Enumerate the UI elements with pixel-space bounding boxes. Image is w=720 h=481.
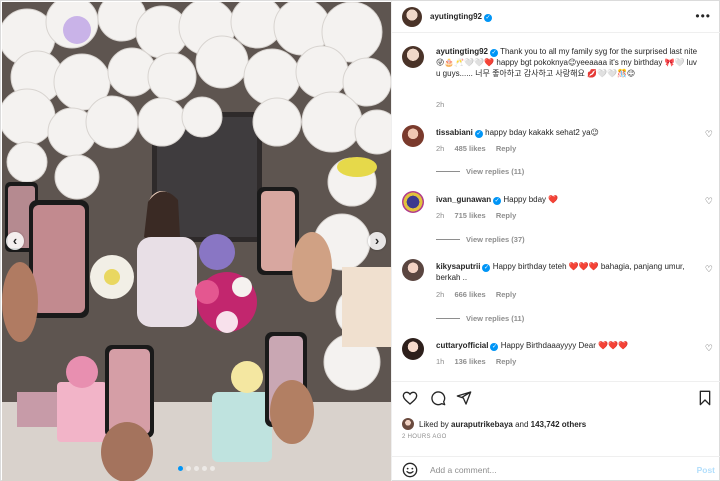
carousel-dot [194, 466, 199, 471]
caption-text: ayutingting92 ✓ Thank you to all my famil… [436, 46, 701, 79]
view-replies-button[interactable]: View replies (11) [436, 167, 524, 176]
comment-body: Happy Birthdaaayyyy Dear ❤️❤️❤️ [500, 341, 628, 350]
comment-item: cuttaryofficial ✓ Happy Birthdaaayyyy Dea… [392, 336, 720, 376]
chevron-left-icon: ‹ [12, 233, 18, 248]
comment-body: happy bday kakakk sehat2 ya😉 [485, 128, 599, 137]
liker-avatar[interactable] [402, 418, 414, 430]
comment-likes[interactable]: 715 likes [454, 211, 485, 220]
likes-count[interactable]: 143,742 others [531, 420, 587, 429]
comment-text: cuttaryofficial ✓ Happy Birthdaaayyyy Dea… [436, 340, 701, 351]
caption-block: ayutingting92 ✓ Thank you to all my famil… [392, 43, 720, 113]
likes-prefix: Liked by [419, 420, 452, 429]
view-replies-label[interactable]: View replies (11) [466, 167, 524, 176]
verified-icon: ✓ [474, 130, 483, 138]
comment-meta: 2h 715 likes Reply [436, 211, 524, 220]
comment-text: kikysaputrii ✓ Happy birthday teteh ❤️❤️❤… [436, 261, 701, 283]
comment-time: 2h [436, 290, 445, 299]
view-replies-label[interactable]: View replies (37) [466, 235, 525, 244]
liker-username[interactable]: auraputrikebaya [451, 420, 513, 429]
comment-likes[interactable]: 666 likes [454, 290, 485, 299]
party-photo-illustration [2, 2, 391, 481]
comment-username[interactable]: kikysaputrii [436, 262, 480, 271]
comment-text: tissabiani ✓ happy bday kakakk sehat2 ya😉 [436, 127, 701, 138]
carousel-dot [186, 466, 191, 471]
post-actions: Liked by auraputrikebaya and 143,742 oth… [392, 381, 720, 481]
comment-item: tissabiani ✓ happy bday kakakk sehat2 ya😉… [392, 123, 720, 181]
comment-like-heart-icon[interactable]: ♡ [705, 343, 713, 354]
post-comment-button[interactable]: Post [697, 465, 715, 475]
comment-time: 2h [436, 211, 445, 220]
emoji-icon[interactable] [402, 462, 418, 478]
carousel-dots [2, 466, 391, 471]
carousel-next-button[interactable]: › [368, 232, 386, 250]
replies-divider [436, 171, 460, 172]
comment-text: ivan_gunawan ✓ Happy bday ❤️ [436, 194, 701, 205]
comment-body: Happy bday ❤️ [503, 195, 559, 204]
comment-time: 2h [436, 144, 445, 153]
verified-icon: ✓ [482, 264, 491, 272]
verified-icon: ✓ [490, 343, 499, 351]
comment-likes[interactable]: 136 likes [454, 357, 485, 366]
more-icon[interactable]: ••• [695, 9, 711, 23]
commenter-avatar[interactable] [402, 191, 424, 213]
comment-like-heart-icon[interactable]: ♡ [705, 264, 713, 275]
comment-username[interactable]: ivan_gunawan [436, 195, 491, 204]
comment-username[interactable]: tissabiani [436, 128, 473, 137]
commenter-avatar[interactable] [402, 125, 424, 147]
post-side-pane: ayutingting92 ✓ ••• ayutingting92 ✓ Thank … [391, 1, 720, 481]
comment-like-heart-icon[interactable]: ♡ [705, 196, 713, 207]
reply-button[interactable]: Reply [496, 357, 516, 366]
caption-meta: 2h [436, 100, 452, 109]
commenter-avatar[interactable] [402, 259, 424, 281]
comment-meta: 2h 485 likes Reply [436, 144, 524, 153]
caption-username[interactable]: ayutingting92 [436, 47, 488, 56]
likes-middle: and [512, 420, 531, 429]
instagram-post-modal: ‹ › ayutingting92 ✓ ••• ayutingting92 ✓ Th… [0, 0, 720, 481]
verified-icon: ✓ [490, 49, 499, 57]
author-username-row[interactable]: ayutingting92 ✓ [430, 12, 493, 22]
author-username[interactable]: ayutingting92 [430, 12, 482, 21]
add-comment-bar: Add a comment... Post [392, 456, 720, 481]
carousel-dot [210, 466, 215, 471]
reply-button[interactable]: Reply [496, 290, 516, 299]
carousel-prev-button[interactable]: ‹ [6, 232, 24, 250]
comment-likes[interactable]: 485 likes [454, 144, 485, 153]
view-replies-button[interactable]: View replies (11) [436, 314, 524, 323]
caption-avatar[interactable] [402, 46, 424, 68]
comment-time: 1h [436, 357, 445, 366]
reply-button[interactable]: Reply [496, 211, 516, 220]
replies-divider [436, 239, 460, 240]
view-replies-label[interactable]: View replies (11) [466, 314, 524, 323]
comment-meta: 2h 666 likes Reply [436, 290, 524, 299]
comment-item: ivan_gunawan ✓ Happy bday ❤️ ♡ 2h 715 lik… [392, 189, 720, 247]
post-timestamp[interactable]: 2 HOURS AGO [402, 434, 447, 440]
commenter-avatar[interactable] [402, 338, 424, 360]
comment-username[interactable]: cuttaryofficial [436, 341, 488, 350]
carousel-dot [178, 466, 183, 471]
author-avatar[interactable] [402, 7, 422, 27]
verified-icon: ✓ [484, 14, 493, 22]
comment-icon[interactable] [430, 390, 446, 406]
carousel-dot [202, 466, 207, 471]
view-replies-button[interactable]: View replies (37) [436, 235, 525, 244]
comment-like-heart-icon[interactable]: ♡ [705, 129, 713, 140]
reply-button[interactable]: Reply [496, 144, 516, 153]
comment-meta: 1h 136 likes Reply [436, 357, 524, 366]
post-header: ayutingting92 ✓ ••• [392, 1, 720, 33]
verified-icon: ✓ [493, 197, 502, 205]
add-comment-input[interactable]: Add a comment... [430, 465, 497, 475]
bookmark-icon[interactable] [698, 390, 712, 406]
heart-icon[interactable] [402, 390, 418, 406]
comment-item: kikysaputrii ✓ Happy birthday teteh ❤️❤️❤… [392, 257, 720, 327]
caption-time: 2h [436, 100, 445, 109]
post-photo[interactable]: ‹ › [2, 2, 391, 481]
replies-divider [436, 318, 460, 319]
likes-summary: Liked by auraputrikebaya and 143,742 oth… [419, 420, 586, 429]
chevron-right-icon: › [374, 233, 380, 248]
share-icon[interactable] [456, 390, 472, 406]
